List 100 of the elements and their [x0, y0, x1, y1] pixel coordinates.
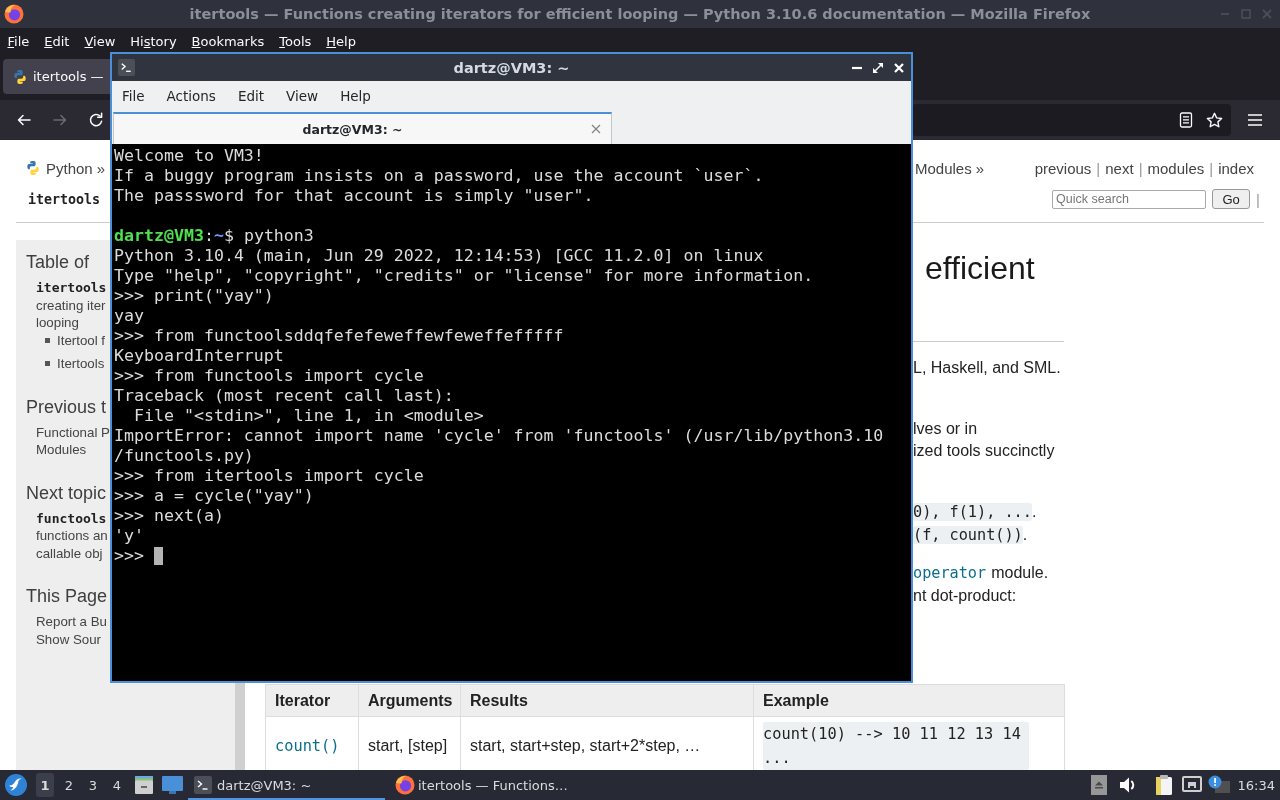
column-header: Arguments — [358, 684, 461, 717]
column-header: Example — [753, 684, 1065, 717]
body-text: module. — [991, 564, 1049, 582]
sidebar-heading: This Page — [26, 585, 108, 608]
terminal-line: >>> from functoolsddqfefefeweffewfeweffefffff — [114, 326, 564, 346]
terminal-line: >>> next(a) — [114, 506, 224, 526]
bird-icon[interactable] — [5, 774, 27, 796]
menu-icon[interactable] — [1248, 114, 1262, 126]
sidebar-link[interactable]: functions an — [36, 527, 108, 545]
bullet-icon — [45, 337, 50, 343]
go-button[interactable]: Go — [1212, 189, 1251, 209]
terminal-line: 'y' — [114, 526, 144, 546]
workspace-button[interactable]: 2 — [60, 773, 78, 797]
page-name: itertools — [28, 191, 101, 207]
workspace-button[interactable]: 3 — [84, 773, 102, 797]
menu-item[interactable]: File — [122, 88, 145, 104]
link-separator: | — [1209, 159, 1214, 177]
terminal-line: >>> — [114, 546, 144, 566]
breadcrumb-link[interactable]: Modules » — [915, 159, 985, 177]
diagonal-arrows-icon[interactable] — [873, 62, 883, 73]
alert-icon[interactable] — [1207, 775, 1230, 795]
menu-item[interactable]: Tools — [271, 33, 319, 49]
sidebar-link[interactable]: Show Sour — [36, 630, 102, 648]
terminal-line: Welcome to VM3! — [114, 146, 264, 166]
task-button[interactable]: dartz@VM3: ~ — [188, 770, 385, 800]
menu-item[interactable]: File — [0, 33, 37, 49]
star-icon[interactable] — [1206, 111, 1223, 129]
inline-code: 0), f(1), ... — [913, 503, 1032, 521]
menu-item[interactable]: History — [122, 33, 185, 49]
body-text: nt dot-product: — [913, 587, 1017, 605]
terminal-icon — [194, 776, 212, 794]
body-text: . — [1022, 526, 1028, 544]
browser-icon — [4, 4, 24, 24]
nav-link[interactable]: index — [1218, 159, 1254, 177]
sidebar-link[interactable]: looping — [36, 314, 79, 332]
document-icon[interactable] — [1179, 112, 1193, 128]
sidebar-link[interactable]: Report a Bu — [36, 613, 107, 631]
link-separator: | — [1256, 190, 1260, 208]
inline-code: (f, count()) — [913, 526, 1023, 544]
terminal-line: dartz@VM3:~$ python3 — [114, 226, 314, 246]
ethernet-port-icon[interactable] — [1181, 776, 1202, 794]
address-field[interactable] — [912, 104, 1231, 136]
sidebar-link[interactable]: callable obj — [36, 544, 103, 562]
column-header: Results — [460, 684, 754, 717]
left-arrow-icon[interactable] — [16, 112, 32, 128]
menu-item[interactable]: View — [76, 33, 123, 49]
task-button[interactable]: itertools — Functions… — [387, 770, 580, 800]
terminal-line: >>> from itertools import cycle — [114, 466, 424, 486]
terminal-line: File "<stdin>", line 1, in <module> — [132, 406, 484, 426]
breadcrumb-link[interactable]: Python » — [46, 159, 106, 177]
menu-item[interactable]: Help — [318, 33, 364, 49]
menu-item[interactable]: Actions — [166, 88, 216, 104]
page-heading: efficient — [925, 249, 1035, 288]
code-link[interactable]: operator — [913, 564, 987, 582]
logo-icon[interactable] — [25, 160, 41, 176]
link-separator: | — [1138, 159, 1143, 177]
body-text: ized tools succinctly — [913, 442, 1055, 460]
terminal-line: If a buggy program insists on a password, use the account `user`. — [114, 166, 764, 186]
sidebar-heading: Previous t — [26, 395, 107, 419]
screen-icon[interactable] — [162, 775, 183, 795]
nav-link[interactable]: previous — [1034, 159, 1092, 177]
terminal-line: >>> print("yay") — [114, 286, 274, 306]
speaker-icon[interactable] — [1118, 776, 1136, 794]
terminal-icon — [118, 59, 135, 76]
sidebar-link[interactable]: functools — [36, 509, 107, 527]
clipboard-icon[interactable] — [1153, 774, 1175, 796]
workspace-button[interactable]: 4 — [108, 773, 126, 797]
search-field[interactable]: Quick search — [1052, 189, 1207, 209]
logo-icon — [12, 68, 28, 85]
menu-item[interactable]: Edit — [36, 33, 77, 49]
sidebar-handle[interactable] — [235, 683, 245, 770]
sidebar-link[interactable]: Itertools — [57, 355, 105, 373]
sidebar-link[interactable]: Functional P — [36, 423, 110, 441]
terminal-tab[interactable]: dartz@VM3: ~ — [113, 112, 612, 144]
sidebar-link[interactable]: Modules — [36, 441, 87, 459]
column-header: Iterator — [265, 684, 359, 717]
menu-item[interactable]: View — [286, 88, 319, 104]
sidebar-heading: Next topic — [26, 481, 107, 505]
sidebar-link[interactable]: itertools — [36, 279, 107, 297]
sidebar-link[interactable]: Itertool f — [57, 331, 106, 349]
inline-code: count(10) --> 10 11 12 13 14 ... — [763, 722, 1029, 770]
terminal-line: KeyboardInterrupt — [114, 346, 284, 366]
terminal-line: Traceback (most recent call last): — [114, 386, 454, 406]
nav-link[interactable]: modules — [1147, 159, 1205, 177]
circular-arrow-icon[interactable] — [88, 112, 104, 128]
body-text: . — [1031, 503, 1037, 521]
sidebar-link[interactable]: creating iter — [36, 296, 106, 314]
workspace-button[interactable]: 1 — [36, 773, 54, 797]
menu-item[interactable]: Bookmarks — [184, 33, 272, 49]
bullet-icon — [45, 361, 50, 367]
window-title: itertools — Functions creating iterators for efficient looping — Python 3.10.6 documentation — Mozilla Firefox — [189, 6, 1091, 22]
menu-item[interactable]: Edit — [237, 88, 265, 104]
nav-link[interactable]: next — [1105, 159, 1134, 177]
file-cabinet-icon[interactable] — [134, 775, 154, 795]
code-link[interactable]: count() — [275, 737, 340, 755]
menu-item[interactable]: Help — [340, 88, 371, 104]
body-text: L, Haskell, and SML. — [913, 359, 1061, 377]
terminal-line: Type "help", "copyright", "credits" or "license" for more information. — [114, 266, 814, 286]
terminal-line: yay — [114, 306, 144, 326]
sidebar-heading: Table of — [26, 251, 90, 274]
